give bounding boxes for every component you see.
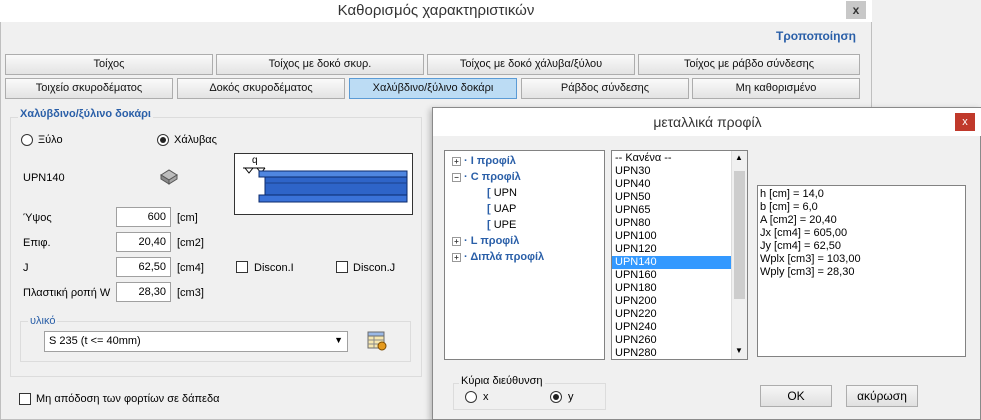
expand-icon[interactable]: + xyxy=(452,236,461,246)
beam-diagram xyxy=(234,153,413,215)
list-item[interactable]: UPN260 xyxy=(612,334,731,347)
tab-steel-wood-beam[interactable]: Χαλύβδινο/ξύλινο δοκάρι xyxy=(349,78,517,99)
discon-j-checkbox[interactable] xyxy=(336,261,348,273)
properties-panel: h [cm] = 14,0 b [cm] = 6,0 A [cm2] = 20,40… xyxy=(757,185,966,357)
height-input[interactable]: 600 xyxy=(116,207,171,227)
material-select[interactable]: S 235 (t <= 40mm) ▼ xyxy=(44,331,348,352)
list-item[interactable]: UPN50 xyxy=(612,191,731,204)
height-unit: [cm] xyxy=(177,212,198,224)
area-unit: [cm2] xyxy=(177,237,204,249)
chevron-down-icon: ▼ xyxy=(334,335,343,345)
list-item[interactable]: UPN65 xyxy=(612,204,731,217)
discon-i-checkbox[interactable] xyxy=(236,261,248,273)
tree-item-i[interactable]: + · I προφίλ xyxy=(452,153,516,169)
property-line: h [cm] = 14,0 xyxy=(760,188,824,200)
tab-concrete-wall[interactable]: Τοιχείο σκυροδέματος xyxy=(5,78,173,99)
scroll-down-icon[interactable]: ▼ xyxy=(735,346,743,355)
list-item[interactable]: UPN240 xyxy=(612,321,731,334)
channel-icon: [ xyxy=(487,203,491,215)
beam-group-title: Χαλύβδινο/ξύλινο δοκάρι xyxy=(18,108,153,120)
plastic-input[interactable]: 28,30 xyxy=(116,282,171,302)
profile-list: -- Κανένα -- UPN30 UPN40 UPN50 UPN65 UPN80 UPN… xyxy=(611,150,748,360)
list-item[interactable]: UPN200 xyxy=(612,295,731,308)
ok-button[interactable]: OK xyxy=(760,385,832,407)
tab-tie-rod[interactable]: Ράβδος σύνδεσης xyxy=(521,78,689,99)
expand-icon[interactable]: + xyxy=(452,156,461,166)
profile-tree: + · I προφίλ − · C προφίλ [ UPN [ UAP [ … xyxy=(444,150,605,360)
wood-radio[interactable] xyxy=(21,134,33,146)
inertia-label: J xyxy=(23,262,29,274)
property-line: b [cm] = 6,0 xyxy=(760,201,818,213)
list-item[interactable]: UPN160 xyxy=(612,269,731,282)
channel-icon: [ xyxy=(487,219,491,231)
plastic-unit: [cm3] xyxy=(177,287,204,299)
tree-item-c[interactable]: − · C προφίλ xyxy=(452,169,521,185)
list-item[interactable]: UPN220 xyxy=(612,308,731,321)
steel-radio[interactable] xyxy=(157,134,169,146)
tree-item-upe[interactable]: [ UPE xyxy=(487,217,516,233)
window-close-button[interactable]: x xyxy=(846,1,866,19)
tab-undefined[interactable]: Μη καθορισμένο xyxy=(692,78,860,99)
inertia-input[interactable]: 62,50 xyxy=(116,257,171,277)
profile-library-icon[interactable] xyxy=(158,166,180,186)
list-item[interactable]: UPN180 xyxy=(612,282,731,295)
property-line: Jx [cm4] = 605,00 xyxy=(760,227,848,239)
axis-x-radio[interactable] xyxy=(465,391,477,403)
list-scrollbar[interactable]: ▲ ▼ xyxy=(731,151,747,359)
list-item[interactable]: UPN100 xyxy=(612,230,731,243)
axis-y-radio[interactable] xyxy=(550,391,562,403)
height-label: Ύψος xyxy=(23,212,52,224)
tab-concrete-beam[interactable]: Δοκός σκυροδέματος xyxy=(177,78,345,99)
list-item[interactable]: UPN80 xyxy=(612,217,731,230)
scroll-thumb[interactable] xyxy=(734,171,745,299)
window-title: Καθορισμός χαρακτηριστικών xyxy=(0,0,872,22)
tree-item-double[interactable]: + · Διπλά προφίλ xyxy=(452,249,544,265)
load-symbol: q xyxy=(252,155,258,166)
area-input[interactable]: 20,40 xyxy=(116,232,171,252)
expand-icon[interactable]: + xyxy=(452,252,461,262)
property-line: Wplx [cm3] = 103,00 xyxy=(760,253,861,265)
tree-item-uap[interactable]: [ UAP xyxy=(487,201,516,217)
collapse-icon[interactable]: − xyxy=(452,172,461,182)
axis-group-title: Κύρια διεύθυνση xyxy=(459,375,545,387)
list-item[interactable]: UPN40 xyxy=(612,178,731,191)
area-label: Επιφ. xyxy=(23,237,51,249)
axis-x-label: x xyxy=(483,391,489,403)
scroll-up-icon[interactable]: ▲ xyxy=(735,153,743,162)
profiles-dialog: μεταλλικά προφίλ x + · I προφίλ − · C πρ… xyxy=(432,107,981,420)
list-item[interactable]: UPN120 xyxy=(612,243,731,256)
list-item[interactable]: UPN140 xyxy=(612,256,731,269)
material-table-icon[interactable] xyxy=(366,330,388,352)
no-floor-loads-label: Μη απόδοση των φορτίων σε δάπεδα xyxy=(36,393,220,405)
steel-label: Χάλυβας xyxy=(174,134,217,146)
tree-item-upn[interactable]: [ UPN xyxy=(487,185,517,201)
list-item[interactable]: UPN30 xyxy=(612,165,731,178)
property-line: A [cm2] = 20,40 xyxy=(760,214,837,226)
tab-wall-steel-beam[interactable]: Τοίχος με δοκό χάλυβα/ξύλου xyxy=(427,54,635,75)
material-select-value: S 235 (t <= 40mm) xyxy=(49,335,141,347)
cancel-button[interactable]: ακύρωση xyxy=(846,385,918,407)
no-floor-loads-checkbox[interactable] xyxy=(19,393,31,405)
tab-wall-concrete-beam[interactable]: Τοίχος με δοκό σκυρ. xyxy=(216,54,424,75)
property-line: Wply [cm3] = 28,30 xyxy=(760,266,855,278)
profile-name: UPN140 xyxy=(23,172,65,184)
property-line: Jy [cm4] = 62,50 xyxy=(760,240,842,252)
discon-j-label: Discon.J xyxy=(353,262,396,274)
tree-item-l[interactable]: + · L προφίλ xyxy=(452,233,519,249)
wood-label: Ξύλο xyxy=(38,134,63,146)
channel-icon: [ xyxy=(487,187,491,199)
material-group-title: υλικό xyxy=(28,315,58,327)
tab-wall[interactable]: Τοίχος xyxy=(5,54,213,75)
inertia-unit: [cm4] xyxy=(177,262,204,274)
dialog-title: μεταλλικά προφίλ xyxy=(433,108,981,136)
tab-wall-tie-rod[interactable]: Τοίχος με ράβδο σύνδεσης xyxy=(638,54,860,75)
axis-y-label: y xyxy=(568,391,574,403)
dialog-close-button[interactable]: x xyxy=(955,113,975,131)
mode-label: Τροποποίηση xyxy=(776,29,856,43)
discon-i-label: Discon.I xyxy=(254,262,294,274)
list-item[interactable]: -- Κανένα -- xyxy=(612,152,731,165)
list-item[interactable]: UPN280 xyxy=(612,347,731,359)
plastic-label: Πλαστική ροπή W xyxy=(23,287,111,299)
